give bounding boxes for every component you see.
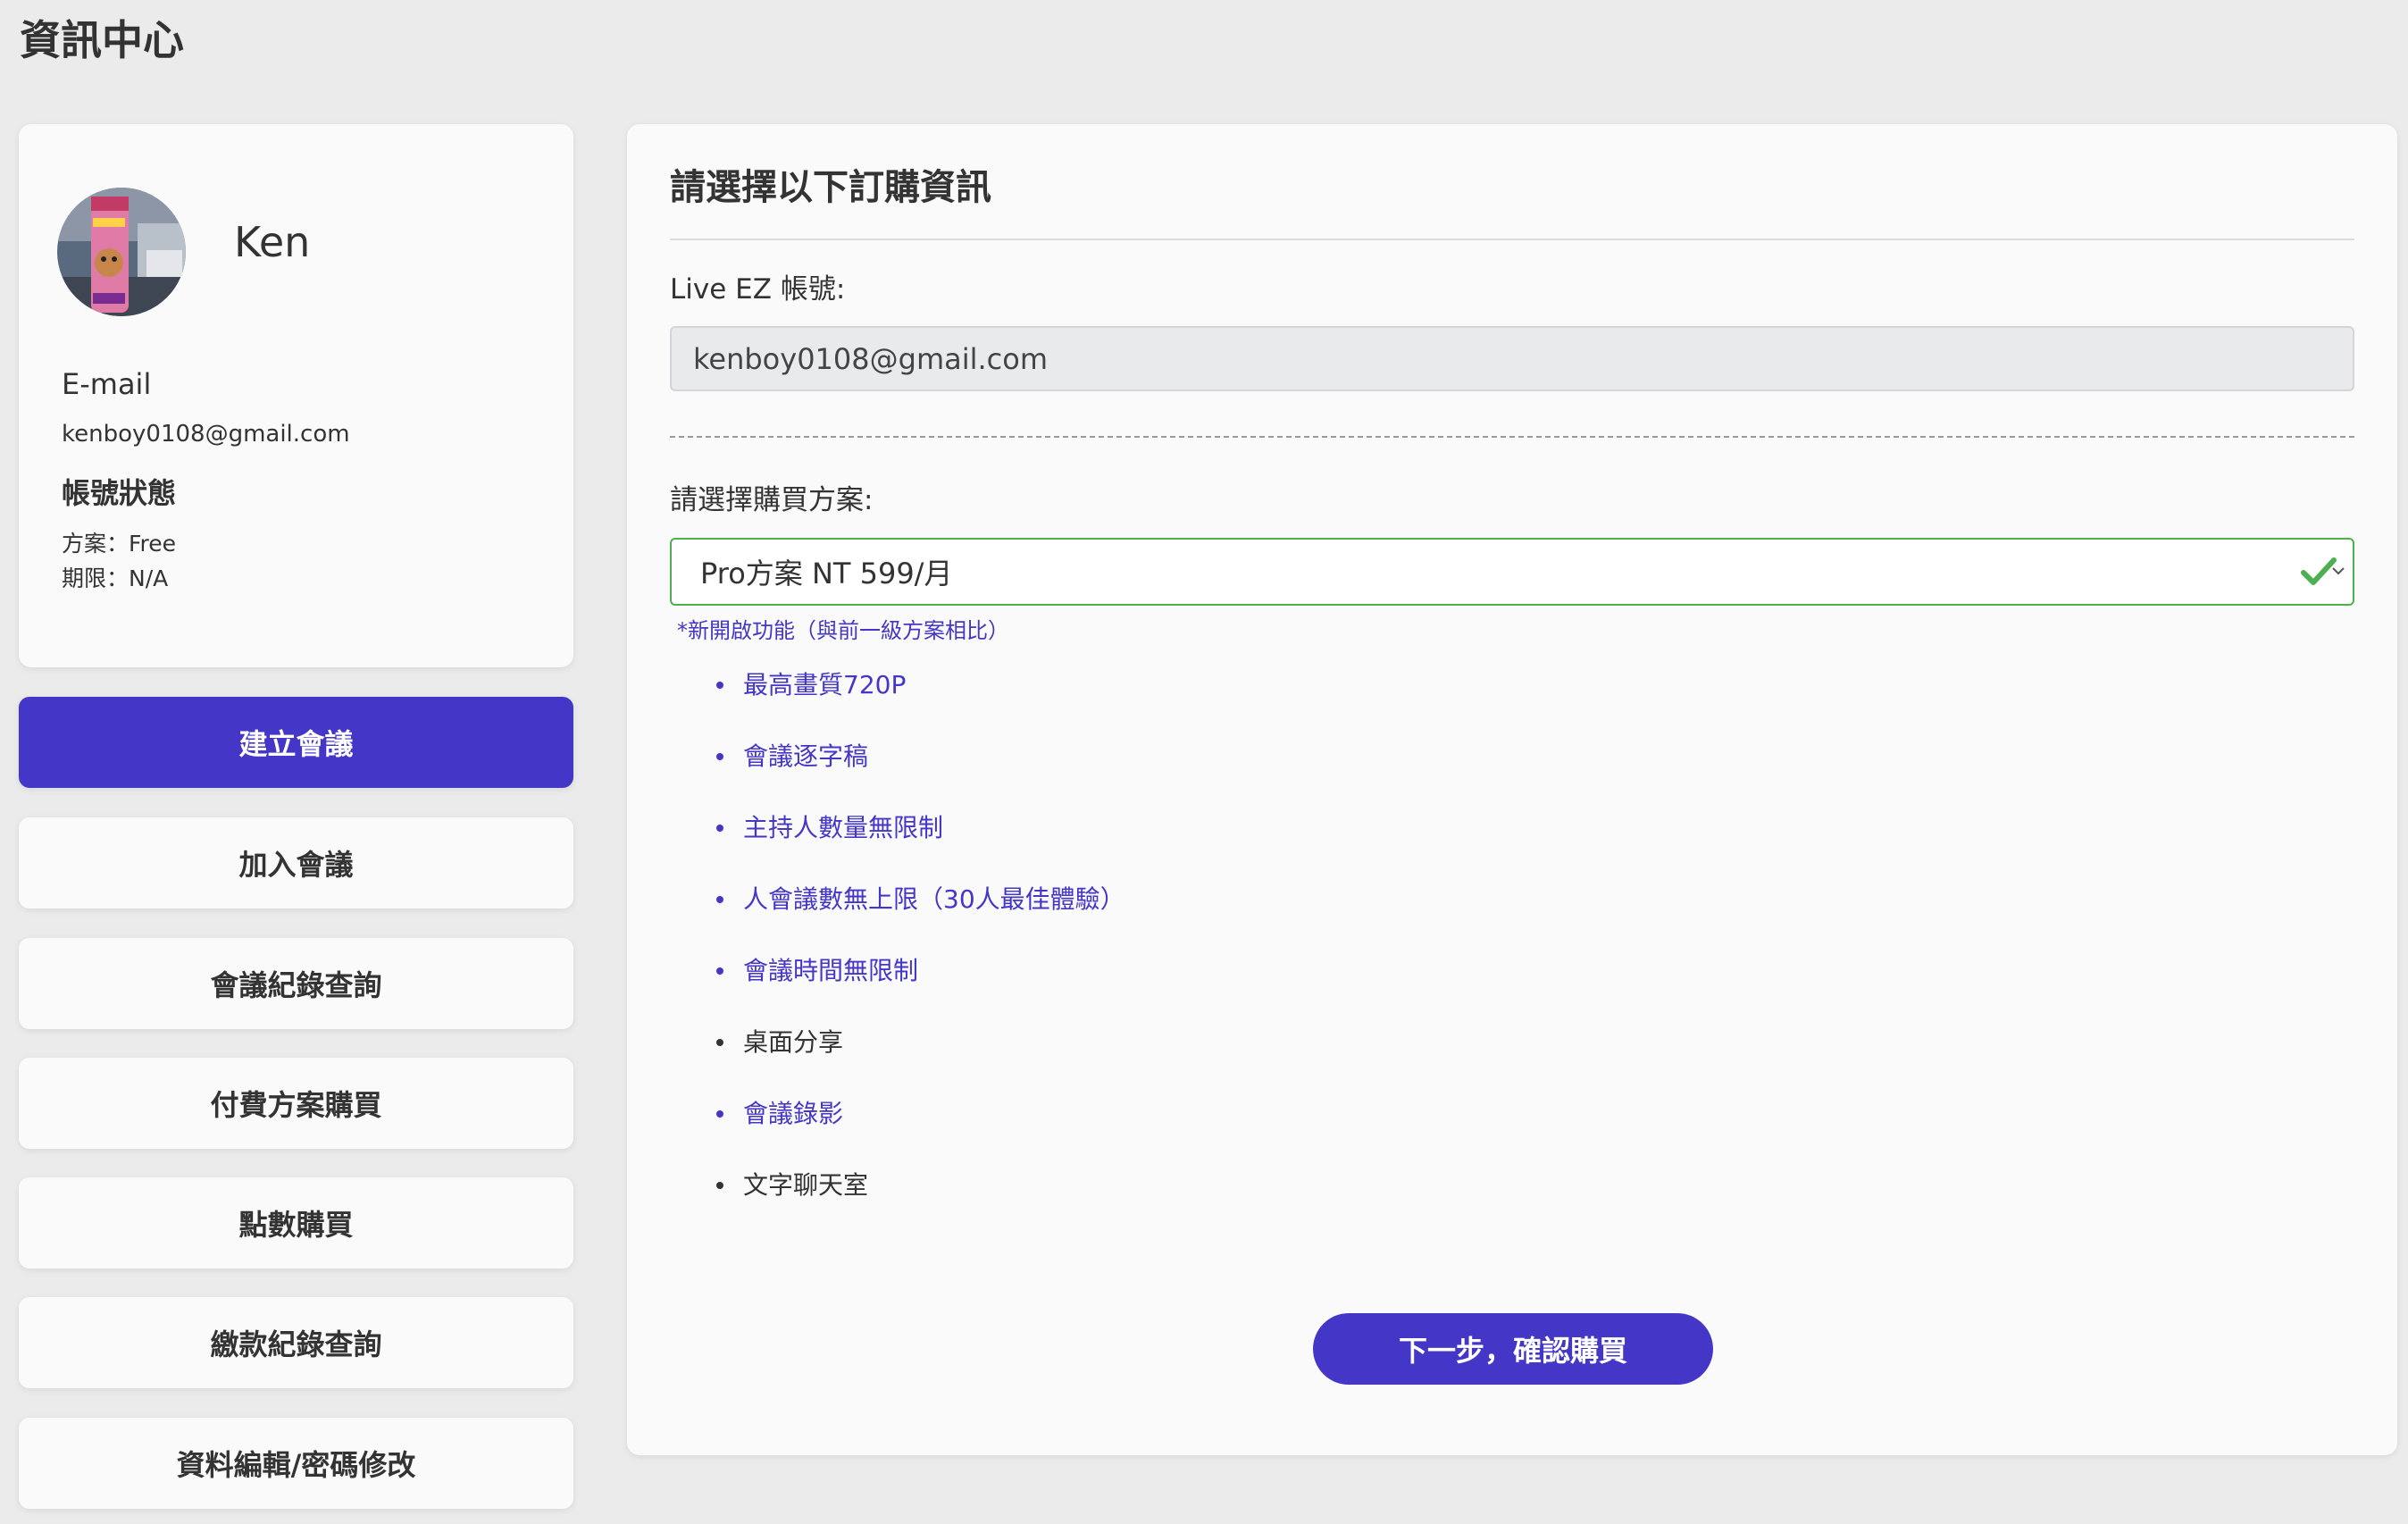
divider [670, 239, 2354, 240]
avatar [57, 188, 186, 316]
feature-item: 會議逐字稿 [716, 739, 1125, 810]
account-field[interactable]: kenboy0108@gmail.com [670, 326, 2354, 391]
email-label: E-mail [62, 367, 152, 401]
menu-button-edit-profile[interactable]: 資料編輯/密碼修改 [19, 1418, 573, 1509]
plan-status: 方案：Free [62, 531, 177, 557]
chevron-down-icon [2332, 567, 2345, 575]
user-name: Ken [234, 218, 311, 266]
plan-label: 請選擇購買方案: [670, 484, 874, 516]
menu-button-buy-plan[interactable]: 付費方案購買 [19, 1058, 573, 1149]
feature-item: 桌面分享 [716, 1025, 1125, 1096]
account-label: Live EZ 帳號: [670, 273, 846, 306]
menu-button-meeting-records[interactable]: 會議紀錄查詢 [19, 938, 573, 1029]
order-panel: 請選擇以下訂購資訊 Live EZ 帳號: kenboy0108@gmail.c… [627, 124, 2397, 1455]
profile-card: Ken E-mail kenboy0108@gmail.com 帳號狀態 方案：… [19, 124, 573, 667]
plan-select-value: Pro方案 NT 599/月 [700, 557, 953, 590]
email-value: kenboy0108@gmail.com [62, 421, 350, 448]
page-title: 資訊中心 [20, 16, 184, 64]
plan-note: *新開啟功能（與前一級方案相比） [677, 618, 1009, 643]
feature-list: 最高畫質720P 會議逐字稿 主持人數量無限制 人會議數無上限（30人最佳體驗）… [716, 667, 1125, 1239]
expire-status: 期限：N/A [62, 565, 169, 591]
feature-item: 會議錄影 [716, 1096, 1125, 1168]
dashed-divider [670, 436, 2354, 438]
feature-item: 主持人數量無限制 [716, 810, 1125, 882]
order-heading: 請選擇以下訂購資訊 [670, 167, 991, 208]
plan-select[interactable]: Pro方案 NT 599/月 [670, 538, 2354, 606]
feature-item: 最高畫質720P [716, 667, 1125, 739]
feature-item: 會議時間無限制 [716, 953, 1125, 1025]
menu-button-payment-records[interactable]: 繳款紀錄查詢 [19, 1297, 573, 1388]
menu-button-buy-points[interactable]: 點數購買 [19, 1177, 573, 1269]
next-confirm-button[interactable]: 下一步，確認購買 [1313, 1313, 1713, 1385]
avatar-photo-icon [57, 188, 186, 316]
feature-item: 文字聊天室 [716, 1168, 1125, 1239]
feature-item: 人會議數無上限（30人最佳體驗） [716, 882, 1125, 953]
account-status-label: 帳號狀態 [62, 476, 177, 510]
menu-button-create-meeting[interactable]: 建立會議 [19, 697, 573, 788]
menu-button-join-meeting[interactable]: 加入會議 [19, 817, 573, 909]
